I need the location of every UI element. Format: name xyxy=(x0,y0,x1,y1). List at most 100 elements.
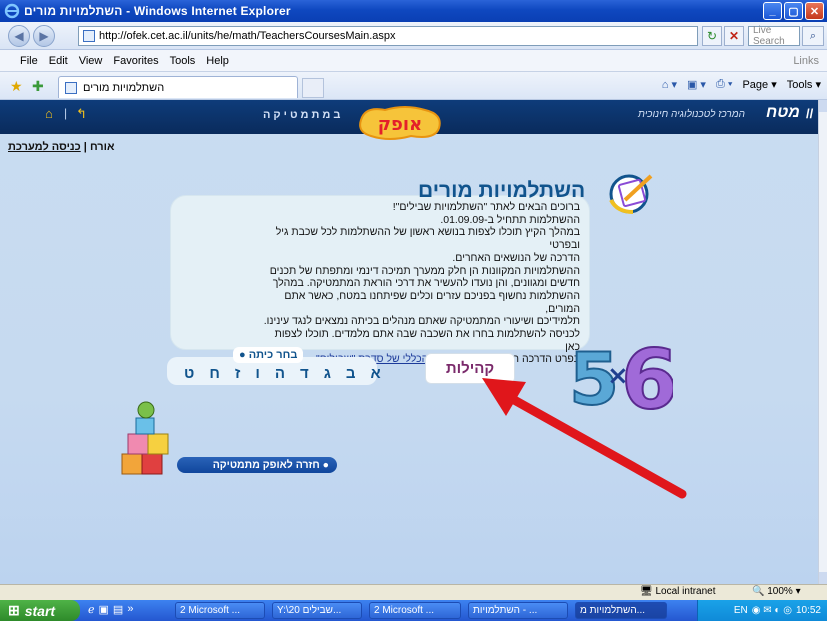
tab-active[interactable]: השתלמויות מורים xyxy=(58,76,298,98)
panel-title: השתלמויות מורים xyxy=(418,179,586,202)
grade-item[interactable]: ו xyxy=(255,365,260,382)
quick-launch: ℯ ▣ ▤ » xyxy=(88,603,133,616)
new-tab-button[interactable] xyxy=(302,78,324,98)
zoom-control[interactable]: 🔍 100% ▾ xyxy=(752,586,801,597)
back-to-ofek-label: חזרה לאופק מתמטיקה xyxy=(212,459,320,471)
page-icon xyxy=(83,30,95,42)
grade-item[interactable]: ה xyxy=(275,365,285,382)
menu-bar: File Edit View Favorites Tools Help Link… xyxy=(0,50,827,72)
panel-line: הדרכה של הנושאים האחרים. xyxy=(452,251,580,264)
address-bar[interactable]: http://ofek.cet.ac.il/units/he/math/Teac… xyxy=(78,26,698,46)
menu-edit[interactable]: Edit xyxy=(49,55,68,67)
grade-item[interactable]: ז xyxy=(235,365,240,382)
ofek-logo[interactable]: אופק xyxy=(355,102,445,142)
search-input[interactable]: Live Search xyxy=(748,25,800,47)
close-button[interactable]: ✕ xyxy=(805,2,824,20)
page-icon xyxy=(65,82,77,94)
scroll-down-button[interactable] xyxy=(819,572,827,584)
panel-text: ברוכים הבאים לאתר "השתלמויות שבילים"! הה… xyxy=(260,201,580,366)
taskbar-item[interactable]: השתלמויות - ... xyxy=(468,602,568,619)
grade-item[interactable]: ב xyxy=(346,365,356,382)
vertical-scrollbar[interactable] xyxy=(818,100,827,584)
feeds-icon[interactable]: ▣ ▾ xyxy=(687,78,706,91)
matach-mark-icon: // xyxy=(806,106,814,121)
taskbar-item[interactable]: 2 Microsoft ... xyxy=(175,602,265,619)
header-subject: במתמטיקה xyxy=(263,109,344,121)
menu-tools[interactable]: Tools xyxy=(170,55,196,67)
windows-flag-icon: ⊞ xyxy=(8,602,20,618)
add-favorites-icon[interactable]: ✚ xyxy=(32,78,44,95)
logo-text: אופק xyxy=(378,114,422,135)
panel-line: במהלך הקיץ תוכלו לצפות בנושא ראשון של הה… xyxy=(275,226,580,252)
system-tray: EN ◉ ✉ ◐ ◎ 10:52 xyxy=(697,600,827,621)
tab-row: ★ ✚ השתלמויות מורים ⌂ ▾ ▣ ▾ ⎙ ▾ Page ▾ T… xyxy=(0,72,827,100)
search-icon[interactable]: ⌕ xyxy=(802,26,824,46)
grade-item[interactable]: ח xyxy=(209,365,220,382)
page-menu[interactable]: Page ▾ xyxy=(742,78,776,91)
grade-item[interactable]: א xyxy=(371,365,381,382)
blocks-character-icon xyxy=(121,401,169,475)
login-link[interactable]: כניסה למערכת xyxy=(8,141,81,153)
grade-item[interactable]: ט xyxy=(184,365,194,382)
print-icon[interactable]: ⎙ ▾ xyxy=(716,78,732,91)
tab-label: השתלמויות מורים xyxy=(83,81,165,94)
folder-quicklaunch-icon[interactable]: ▤ xyxy=(113,603,123,616)
address-row: ◀ ▶ http://ofek.cet.ac.il/units/he/math/… xyxy=(0,22,827,50)
start-label: start xyxy=(24,602,56,619)
language-indicator[interactable]: EN xyxy=(734,605,748,616)
panel-line: ההשתלמויות המקוונות הן חלק ממערך תמיכה ד… xyxy=(269,264,580,277)
zoom-label: 100% xyxy=(767,586,793,597)
grade-letters: א ב ג ד ה ו ז ח ט xyxy=(184,365,381,382)
menu-help[interactable]: Help xyxy=(206,55,229,67)
refresh-icon[interactable]: ↻ xyxy=(702,26,722,46)
panel-line: תלמידיכם ושיעורי המתמטיקה שאתם מנהלים בכ… xyxy=(263,315,580,328)
maximize-button[interactable]: ▢ xyxy=(784,2,803,20)
back-nav-button[interactable]: ◀ xyxy=(8,25,30,47)
grade-item[interactable]: ד xyxy=(300,365,309,382)
panel-line: לכניסה להשתלמות בחרו את השכבה שבה אתם מל… xyxy=(274,328,580,353)
tools-menu[interactable]: Tools ▾ xyxy=(787,78,821,91)
grade-label-text: בחר כיתה xyxy=(248,349,298,361)
status-bar: 🖥 Local intranet 🔍 100% ▾ xyxy=(0,584,827,600)
ie-quicklaunch-icon[interactable]: ℯ xyxy=(88,603,95,616)
grade-label: בחר כיתה ● xyxy=(233,347,304,363)
menu-favorites[interactable]: Favorites xyxy=(113,55,158,67)
stop-icon[interactable]: ✕ xyxy=(724,26,744,46)
user-separator: | xyxy=(83,141,87,153)
taskbar-item[interactable]: 2 Microsoft ... xyxy=(369,602,461,619)
grade-item[interactable]: ג xyxy=(324,365,331,382)
forward-nav-button[interactable]: ▶ xyxy=(33,25,55,47)
user-line: אורח | כניסה למערכת xyxy=(8,141,114,153)
back-to-ofek-button[interactable]: ● חזרה לאופק מתמטיקה xyxy=(177,457,337,473)
window-title: השתלמויות מורים - Windows Internet Explo… xyxy=(24,4,291,18)
links-toolbar[interactable]: Links xyxy=(793,55,819,67)
red-arrow-annotation xyxy=(482,378,687,499)
taskbar-item-active[interactable]: השתלמויות מ... xyxy=(575,602,667,619)
home-icon[interactable]: ⌂ xyxy=(45,106,53,121)
menu-file[interactable]: File xyxy=(20,55,38,67)
panel-line: ההשתלמות תתחיל ב-01.09.09. xyxy=(440,213,580,226)
panel-line: ההשתלמות נחשוף בפניכם עזרים וכלים שפיתחנ… xyxy=(284,289,580,315)
back-arrow-icon[interactable]: ↰ xyxy=(76,106,87,122)
quicklaunch-more-icon[interactable]: » xyxy=(127,603,133,616)
scroll-up-button[interactable] xyxy=(819,100,827,112)
header-org: המרכז לטכנולוגיה חינוכית xyxy=(638,109,745,120)
home-icon[interactable]: ⌂ ▾ xyxy=(662,78,677,91)
security-zone: 🖥 Local intranet xyxy=(640,586,716,597)
matach-logo[interactable]: מטח xyxy=(766,104,800,122)
minimize-button[interactable]: _ xyxy=(763,2,782,20)
menu-view[interactable]: View xyxy=(79,55,103,67)
address-url: http://ofek.cet.ac.il/units/he/math/Teac… xyxy=(99,30,396,42)
clock: 10:52 xyxy=(795,605,821,616)
desktop-quicklaunch-icon[interactable]: ▣ xyxy=(99,603,109,616)
panel-line: ברוכים הבאים לאתר "השתלמויות שבילים"! xyxy=(392,201,580,213)
zone-label: Local intranet xyxy=(655,586,716,597)
window-controls: _ ▢ ✕ xyxy=(763,2,824,20)
tools-menu-label: Tools xyxy=(786,79,813,91)
start-button[interactable]: ⊞ start xyxy=(0,600,80,621)
site-header: ⌂ | ↰ במתמטיקה אופק המרכז לטכנולוגיה חינ… xyxy=(0,100,818,140)
favorites-star-icon[interactable]: ★ xyxy=(10,78,23,95)
tray-icons[interactable]: ◉ ✉ ◐ ◎ xyxy=(752,605,792,616)
taskbar-item[interactable]: Y:\20 שבילים... xyxy=(272,602,362,619)
taskbar: ⊞ start ℯ ▣ ▤ » 2 Microsoft ... Y:\20 שב… xyxy=(0,600,827,621)
